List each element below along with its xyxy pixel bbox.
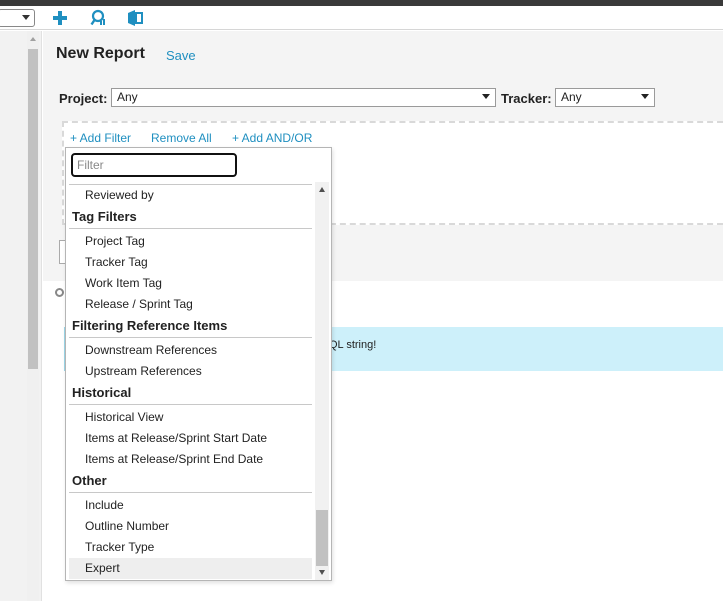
project-label: Project: [59,91,108,106]
option-release-sprint-tag[interactable]: Release / Sprint Tag [69,294,312,315]
option-upstream-references[interactable]: Upstream References [69,361,312,382]
group-historical: Historical [69,383,312,405]
scroll-down-icon[interactable] [319,570,325,575]
left-scrollbar[interactable] [27,31,39,601]
dropdown-separator [69,184,312,185]
project-select[interactable]: Any [111,88,496,107]
add-filter-link[interactable]: + Add Filter [70,131,131,145]
tracker-label: Tracker: [501,91,552,106]
option-work-item-tag[interactable]: Work Item Tag [69,273,312,294]
chevron-down-icon [641,94,649,99]
option-reviewed-by[interactable]: Reviewed by [69,186,312,206]
dropdown-list: Reviewed by Tag Filters Project Tag Trac… [66,186,316,581]
dropdown-scroll-thumb[interactable] [316,510,328,566]
plus-icon[interactable] [51,9,69,27]
group-tag-filters: Tag Filters [69,207,312,229]
option-project-tag[interactable]: Project Tag [69,231,312,252]
report-search-icon[interactable] [90,9,108,27]
search-icon [55,288,64,297]
project-select-value: Any [117,90,138,104]
tracker-select[interactable]: Any [555,88,655,107]
add-and-or-link[interactable]: + Add AND/OR [232,131,312,145]
view-select[interactable] [0,9,35,27]
toolbar [0,6,723,30]
filter-field-dropdown: Reviewed by Tag Filters Project Tag Trac… [65,147,332,581]
option-include[interactable]: Include [69,495,312,516]
tracker-select-value: Any [561,90,582,104]
page-title: New Report [56,45,145,62]
left-panel [0,31,42,601]
group-other: Other [69,471,312,493]
export-icon[interactable] [126,9,144,27]
option-downstream-references[interactable]: Downstream References [69,340,312,361]
chevron-down-icon [22,15,30,20]
option-items-at-start-date[interactable]: Items at Release/Sprint Start Date [69,428,312,449]
option-tracker-tag[interactable]: Tracker Tag [69,252,312,273]
info-message-text: QL string! [329,339,377,351]
scroll-up-icon[interactable] [30,37,36,41]
left-scroll-thumb[interactable] [28,49,38,369]
chevron-down-icon [482,94,490,99]
option-expert[interactable]: Expert [69,558,312,579]
remove-all-link[interactable]: Remove All [151,131,212,145]
option-items-at-end-date[interactable]: Items at Release/Sprint End Date [69,449,312,470]
option-outline-number[interactable]: Outline Number [69,516,312,537]
save-link[interactable]: Save [166,48,196,63]
scroll-up-icon[interactable] [319,187,325,192]
dropdown-filter-input[interactable] [71,153,237,177]
option-historical-view[interactable]: Historical View [69,407,312,428]
option-tracker-type[interactable]: Tracker Type [69,537,312,558]
dropdown-scrollbar[interactable] [315,182,329,580]
group-filtering-reference-items: Filtering Reference Items [69,316,312,338]
